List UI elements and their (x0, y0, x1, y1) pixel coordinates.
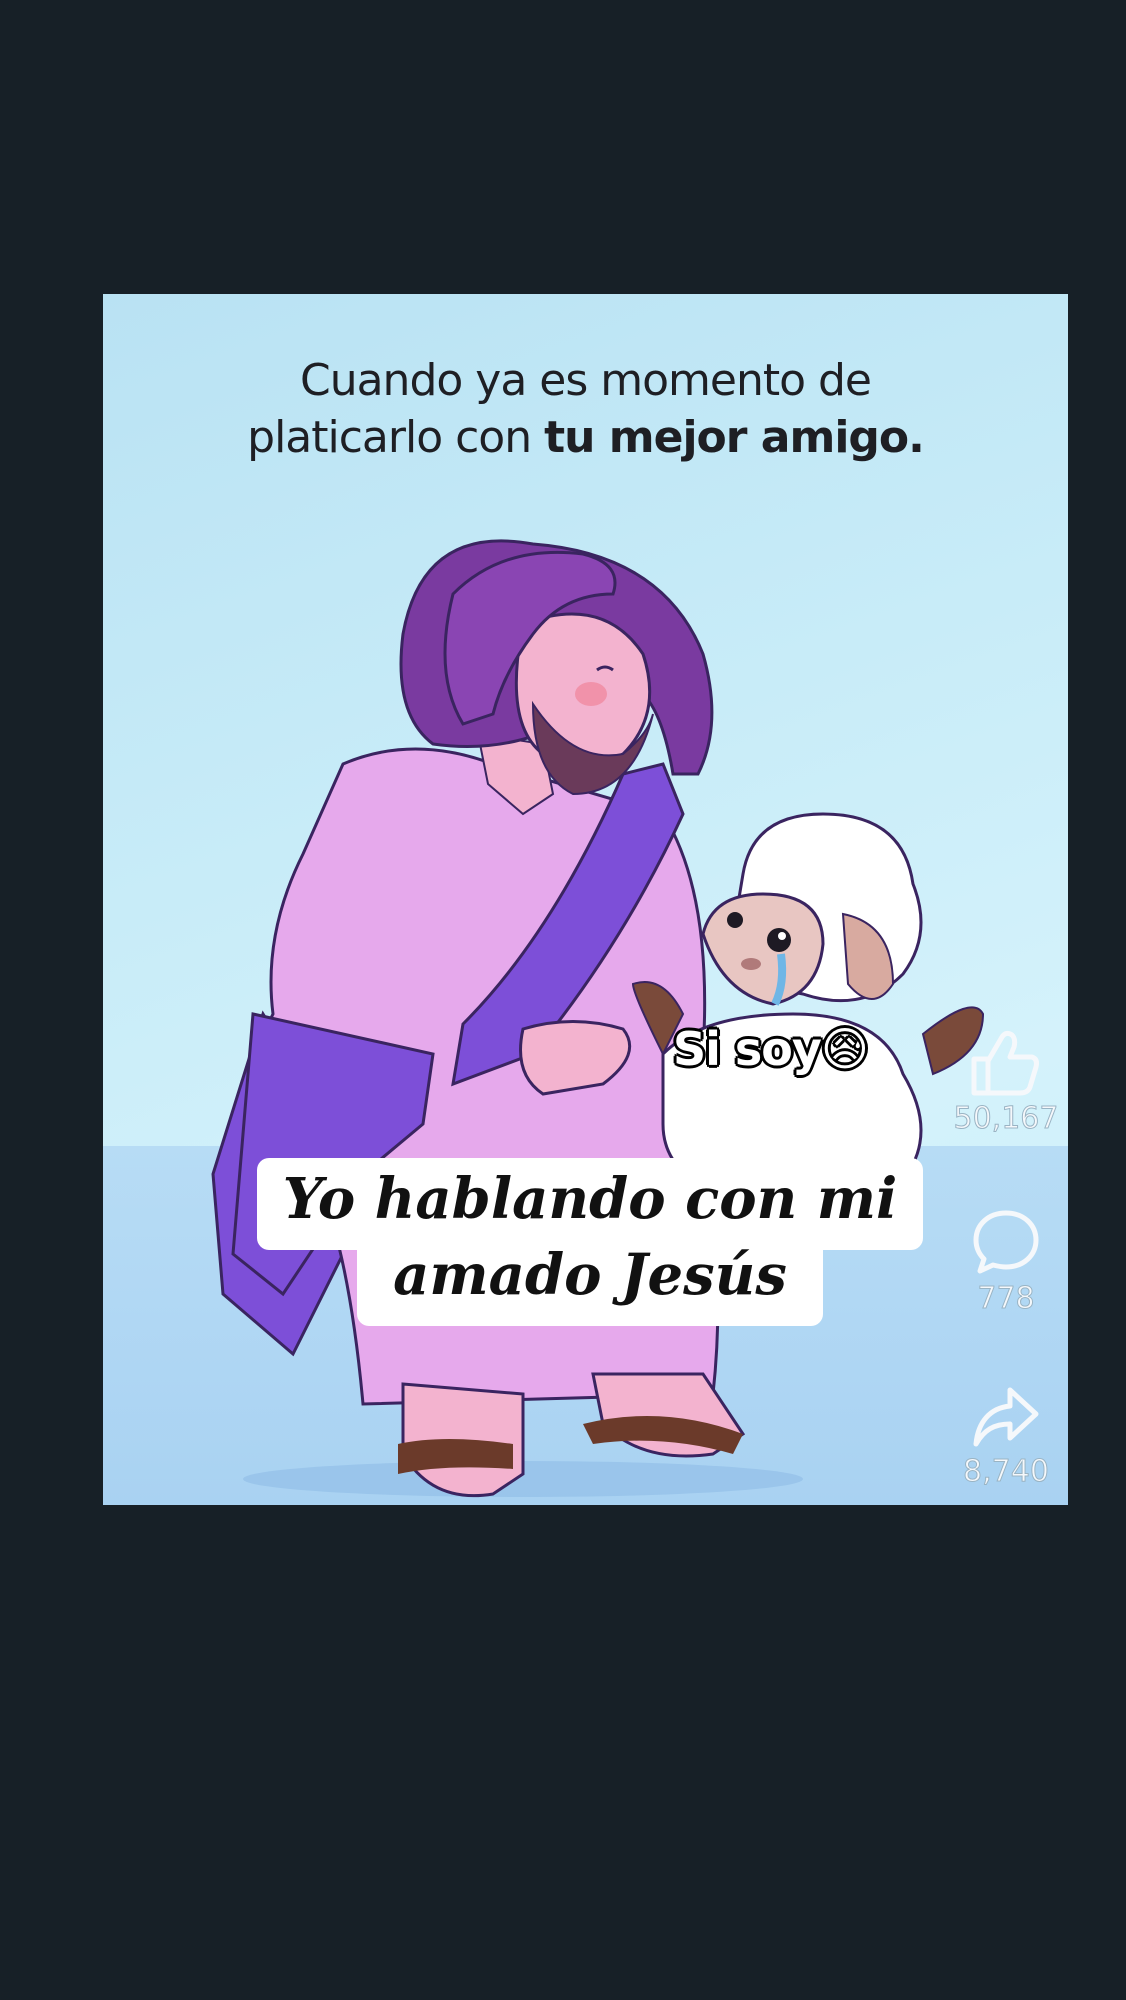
comment-button[interactable]: 778 (941, 1207, 1068, 1317)
post-card: Cuando ya es momento de platicarlo con t… (103, 294, 1068, 1505)
comment-count: 778 (977, 1281, 1035, 1317)
share-count: 8,740 (963, 1454, 1050, 1490)
sticker-text: Si soy😥 (673, 1022, 869, 1076)
like-count: 50,167 (953, 1101, 1059, 1137)
overlay-text-line-2: amado Jesús (357, 1234, 823, 1326)
share-button[interactable]: 8,740 (941, 1384, 1068, 1490)
thumbs-up-icon (971, 1030, 1039, 1096)
comment-bubble-icon (973, 1210, 1039, 1274)
share-arrow-icon (973, 1387, 1039, 1447)
like-button[interactable]: 50,167 (941, 1029, 1068, 1137)
